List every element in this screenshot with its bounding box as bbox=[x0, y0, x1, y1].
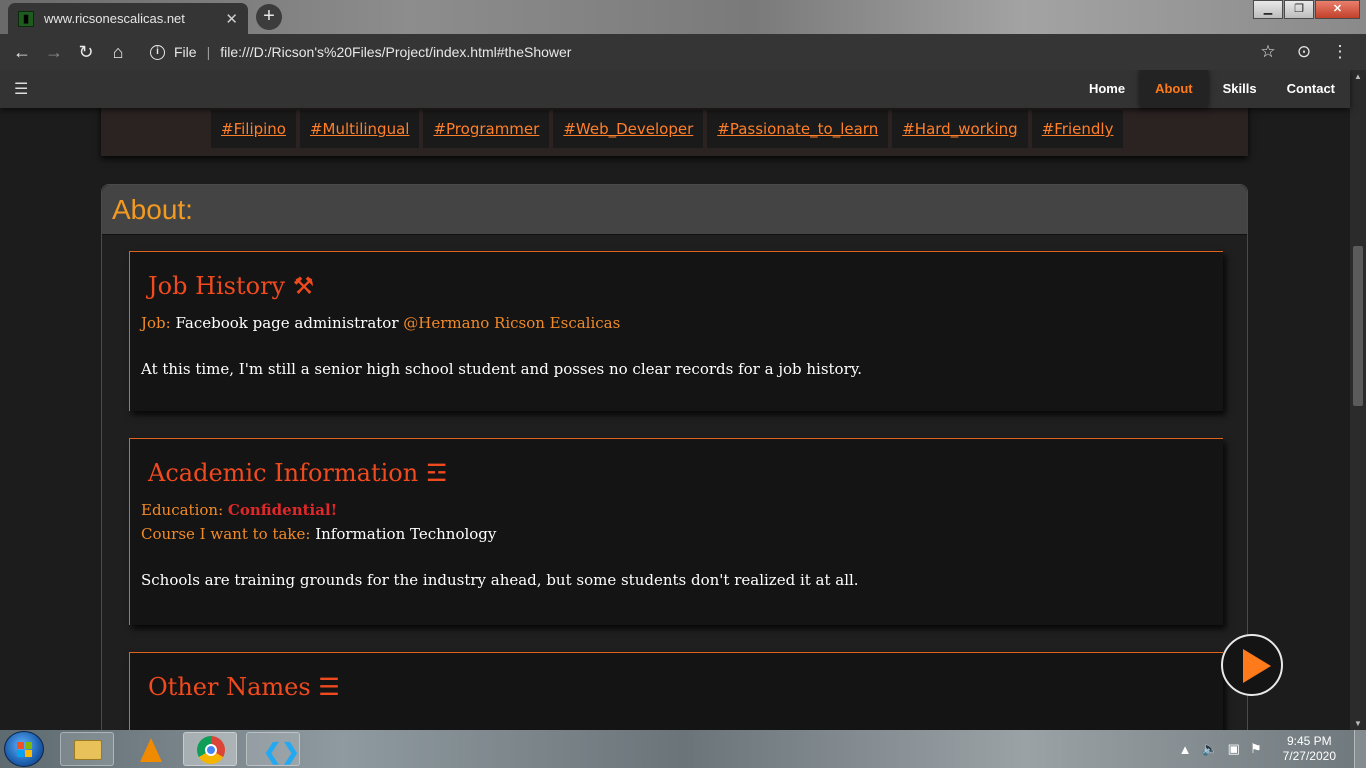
action-center-icon[interactable]: ⚑ bbox=[1250, 741, 1262, 757]
tab-title: www.ricsonescalicas.net bbox=[44, 11, 185, 26]
tag-list: #Filipino #Multilingual #Programmer #Web… bbox=[211, 110, 1127, 148]
job-value: Facebook page administrator bbox=[175, 314, 399, 332]
job-history-card: Job History ⚒ Job: Facebook page adminis… bbox=[129, 251, 1223, 411]
windows-taskbar: ❮❯ ▲ 🔈 ▣ ⚑ 9:45 PM 7/27/2020 bbox=[0, 730, 1366, 768]
menu-icon[interactable]: ⋮ bbox=[1322, 42, 1358, 62]
about-panel: About: Job History ⚒ Job: Facebook page … bbox=[101, 184, 1248, 730]
maximize-icon[interactable]: ❐ bbox=[1284, 0, 1314, 19]
academic-heading: Academic Information ☲ bbox=[148, 459, 448, 487]
vlc-icon[interactable] bbox=[123, 732, 177, 766]
windows-logo-icon bbox=[17, 742, 33, 758]
forward-icon[interactable]: → bbox=[38, 42, 70, 63]
tag-link[interactable]: #Web_Developer bbox=[553, 110, 704, 148]
scroll-thumb[interactable] bbox=[1353, 246, 1363, 406]
close-window-icon[interactable]: ✕ bbox=[1315, 0, 1360, 19]
education-line: Education: Confidential! bbox=[130, 501, 1223, 519]
hamburger-menu-icon[interactable]: ☰ bbox=[14, 79, 28, 99]
reload-icon[interactable]: ↻ bbox=[70, 42, 102, 63]
job-handle: @Hermano Ricson Escalicas bbox=[403, 314, 621, 332]
clock-time: 9:45 PM bbox=[1286, 734, 1332, 748]
course-label: Course I want to take: bbox=[141, 525, 311, 543]
clock-date: 7/27/2020 bbox=[1282, 749, 1336, 763]
browser-tab[interactable]: ▮ www.ricsonescalicas.net ✕ bbox=[8, 3, 248, 34]
browser-tab-strip: ▮ www.ricsonescalicas.net ✕ + ▁ ❐ ✕ bbox=[0, 0, 1366, 34]
play-music-button[interactable] bbox=[1221, 634, 1283, 696]
education-value: Confidential! bbox=[227, 501, 338, 519]
about-header: About: bbox=[102, 185, 1247, 235]
job-label: Job: bbox=[141, 314, 171, 332]
job-history-heading: Job History ⚒ bbox=[148, 272, 315, 300]
job-note: At this time, I'm still a senior high sc… bbox=[141, 360, 863, 378]
browser-toolbar: ← → ↻ ⌂ i File | file:///D:/Ricson's%20F… bbox=[0, 34, 1366, 70]
network-icon[interactable]: ▣ bbox=[1228, 741, 1240, 757]
education-label: Education: bbox=[141, 501, 224, 519]
incognito-icon[interactable]: ⊙ bbox=[1286, 42, 1322, 62]
tag-link[interactable]: #Passionate_to_learn bbox=[707, 110, 889, 148]
close-tab-icon[interactable]: ✕ bbox=[225, 10, 238, 28]
vscode-icon[interactable]: ❮❯ bbox=[246, 732, 300, 766]
nav-about[interactable]: About bbox=[1140, 70, 1208, 108]
academic-note: Schools are training grounds for the ind… bbox=[141, 571, 859, 589]
system-tray: ▲ 🔈 ▣ ⚑ 9:45 PM 7/27/2020 bbox=[1174, 730, 1366, 768]
show-hidden-icons-icon[interactable]: ▲ bbox=[1179, 742, 1192, 757]
other-names-heading: Other Names ☰ bbox=[148, 673, 340, 701]
tag-link[interactable]: #Filipino bbox=[211, 110, 296, 148]
other-names-card: Other Names ☰ bbox=[129, 652, 1223, 730]
site-favicon-icon: ▮ bbox=[18, 10, 34, 27]
new-tab-button[interactable]: + bbox=[256, 4, 282, 30]
url-separator: | bbox=[206, 44, 211, 60]
course-value: Information Technology bbox=[315, 525, 497, 543]
play-icon bbox=[1243, 649, 1271, 683]
tag-link[interactable]: #Programmer bbox=[423, 110, 550, 148]
back-icon[interactable]: ← bbox=[6, 42, 38, 63]
taskbar-clock[interactable]: 9:45 PM 7/27/2020 bbox=[1283, 734, 1336, 764]
home-icon[interactable]: ⌂ bbox=[102, 42, 134, 63]
site-navbar: ☰ Home About Skills Contact bbox=[0, 70, 1350, 108]
scroll-up-icon[interactable]: ▲ bbox=[1354, 72, 1362, 81]
show-desktop-button[interactable] bbox=[1354, 730, 1366, 768]
nav-home[interactable]: Home bbox=[1074, 70, 1140, 108]
about-title: About: bbox=[112, 194, 193, 225]
scroll-down-icon[interactable]: ▼ bbox=[1354, 719, 1362, 728]
nav-contact[interactable]: Contact bbox=[1272, 70, 1350, 108]
info-icon[interactable]: i bbox=[150, 44, 165, 60]
url-scheme-label: File bbox=[174, 44, 197, 60]
tag-link[interactable]: #Multilingual bbox=[299, 110, 420, 148]
window-controls: ▁ ❐ ✕ bbox=[1252, 0, 1360, 19]
volume-icon[interactable]: 🔈 bbox=[1201, 741, 1217, 757]
url-text[interactable]: file:///D:/Ricson's%20Files/Project/inde… bbox=[220, 44, 571, 60]
academic-info-card: Academic Information ☲ Education: Confid… bbox=[129, 438, 1223, 625]
page-scrollbar[interactable]: ▲ ▼ bbox=[1350, 70, 1366, 730]
star-icon[interactable]: ☆ bbox=[1250, 42, 1286, 62]
file-explorer-icon[interactable] bbox=[60, 732, 114, 766]
tag-link[interactable]: #Friendly bbox=[1031, 110, 1124, 148]
minimize-icon[interactable]: ▁ bbox=[1253, 0, 1283, 19]
address-bar[interactable]: i File | file:///D:/Ricson's%20Files/Pro… bbox=[150, 44, 1250, 60]
tag-link[interactable]: #Hard_working bbox=[892, 110, 1028, 148]
course-line: Course I want to take: Information Techn… bbox=[130, 525, 1223, 543]
start-button[interactable] bbox=[4, 731, 44, 767]
job-line: Job: Facebook page administrator @Herman… bbox=[130, 314, 1223, 332]
chrome-icon[interactable] bbox=[183, 732, 237, 766]
web-page: #Filipino #Multilingual #Programmer #Web… bbox=[0, 70, 1366, 730]
nav-skills[interactable]: Skills bbox=[1208, 70, 1272, 108]
